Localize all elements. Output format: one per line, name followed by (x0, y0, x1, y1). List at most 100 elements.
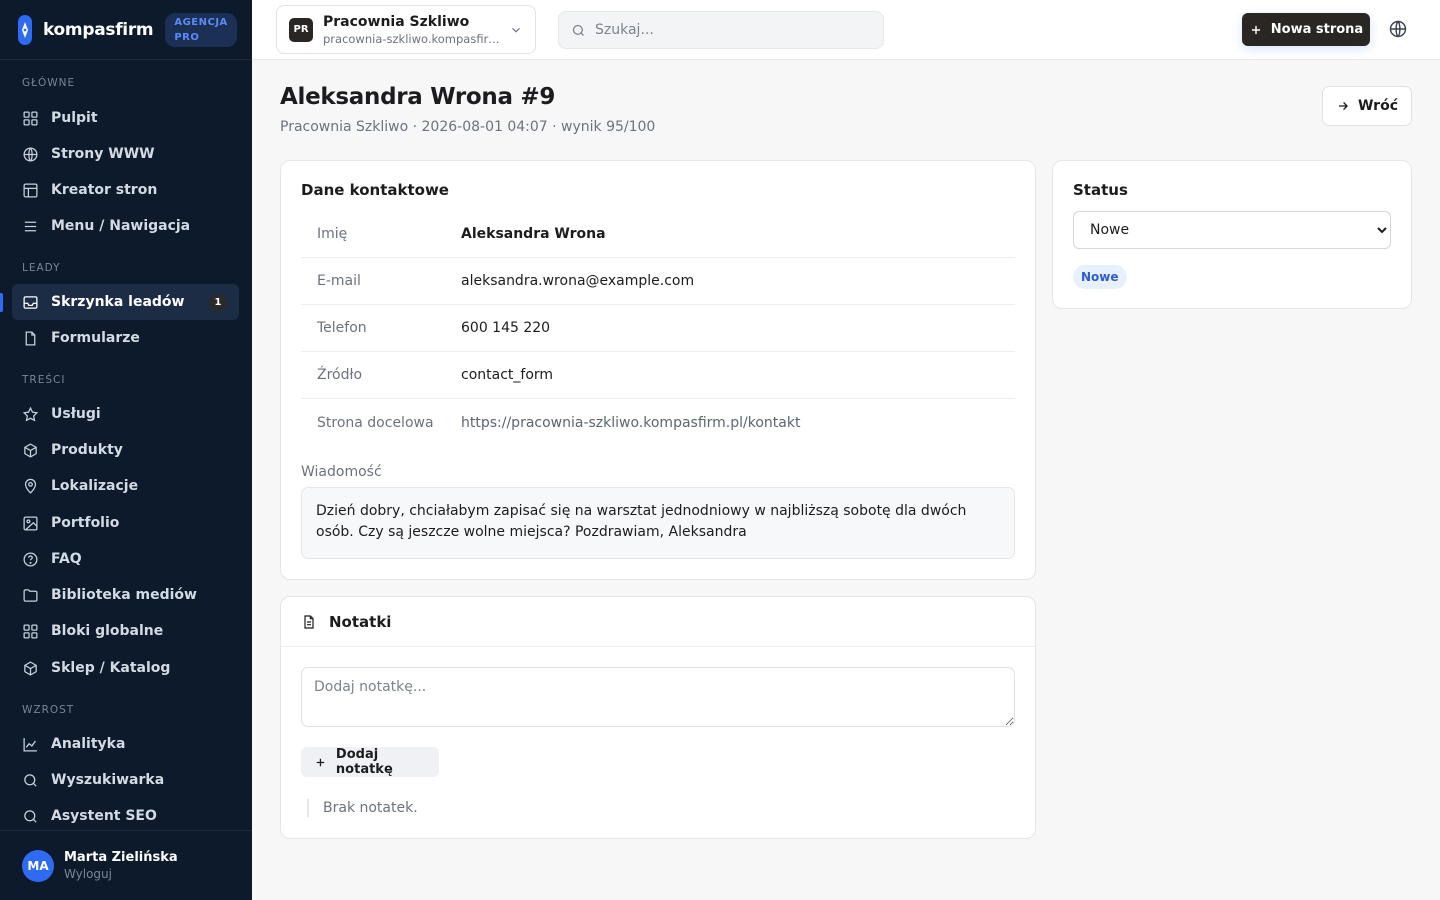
site-switcher[interactable]: PR Pracownia Szkliwo pracownia-szkliwo.k… (276, 5, 536, 54)
field-label: Imię (317, 226, 348, 242)
field-label: Telefon (317, 320, 367, 336)
layout-icon (23, 182, 38, 198)
help-circle-icon (23, 551, 38, 567)
sidebar-item-media-library[interactable]: Biblioteka mediów (12, 577, 239, 613)
sidebar-item-label: Wyszukiwarka (51, 772, 165, 788)
sidebar-item-page-builder[interactable]: Kreator stron (12, 172, 239, 208)
sidebar-item-label: Menu / Nawigacja (51, 218, 191, 234)
message-text: Dzień dobry, chciałabym zapisać się na w… (301, 487, 1015, 559)
sidebar: kompasfirm AGENCJA PRO GŁÓWNE LEADY TREŚ… (0, 0, 252, 900)
nav-section-main: GŁÓWNE (22, 77, 76, 89)
plus-icon (1251, 25, 1260, 34)
sidebar-item-menu[interactable]: Menu / Nawigacja (12, 208, 239, 244)
back-label: Wróć (1357, 98, 1399, 114)
add-note-label: Dodaj notatkę (335, 747, 393, 777)
page-subtitle: Pracownia Szkliwo · 2026-08-01 04:07 · w… (280, 119, 656, 135)
plan-badge: AGENCJA PRO (165, 12, 237, 47)
nav-section-growth: WZROST (22, 704, 75, 716)
table-row: Imię Aleksandra Wrona (301, 211, 1015, 258)
sidebar-item-seo-assistant[interactable]: Asystent SEO (12, 798, 239, 834)
sidebar-item-dashboard[interactable]: Pulpit (12, 100, 239, 136)
search-icon (24, 809, 37, 823)
page-title: Aleksandra Wrona #9 (280, 84, 556, 110)
sidebar-item-label: Lokalizacje (51, 478, 139, 494)
note-input[interactable] (301, 667, 1015, 727)
sidebar-item-label: Strony WWW (51, 146, 155, 162)
landing-page-link[interactable]: https://pracownia-szkliwo.kompasfirm.pl/… (461, 415, 800, 431)
sidebar-item-label: Asystent SEO (51, 808, 157, 824)
sidebar-item-products[interactable]: Produkty (12, 432, 239, 468)
table-row: Telefon 600 145 220 (301, 305, 1015, 352)
sidebar-item-lead-inbox[interactable]: Skrzynka leadów 1 (12, 284, 239, 320)
field-label: Źródło (317, 367, 363, 383)
table-row: E-mail aleksandra.wrona@example.com (301, 258, 1015, 305)
search-icon (572, 24, 584, 36)
plus-icon (316, 758, 325, 766)
sidebar-item-forms[interactable]: Formularze (12, 320, 239, 356)
sidebar-item-portfolio[interactable]: Portfolio (12, 505, 239, 541)
search-input[interactable] (595, 22, 875, 38)
search-icon (24, 773, 37, 787)
folder-icon (23, 588, 38, 602)
sidebar-item-label: Bloki globalne (51, 623, 164, 639)
notes-card: Notatki Dodaj notatkę Brak notatek. (280, 596, 1036, 839)
nav-section-leads: LEADY (22, 262, 61, 274)
status-badge: Nowe (1073, 265, 1127, 289)
new-page-button[interactable]: Nowa strona (1242, 13, 1370, 46)
field-value: contact_form (461, 367, 554, 383)
box-icon (24, 660, 37, 676)
sidebar-item-locations[interactable]: Lokalizacje (12, 468, 239, 504)
globe-icon (23, 146, 38, 162)
contact-details-title: Dane kontaktowe (301, 181, 449, 199)
field-value: 600 145 220 (461, 320, 551, 336)
sidebar-item-label: Skrzynka leadów (51, 294, 185, 310)
sidebar-item-analytics[interactable]: Analityka (12, 726, 239, 762)
search-box (558, 11, 884, 49)
table-row: Strona docelowa https://pracownia-szkliw… (301, 399, 1015, 446)
box-icon (24, 442, 37, 458)
sidebar-item-label: Produkty (51, 442, 123, 458)
contact-details-card: Dane kontaktowe Imię Aleksandra Wrona E-… (280, 160, 1036, 580)
brand-name: kompasfirm (43, 19, 154, 40)
nav-section-content: TREŚCI (22, 374, 66, 386)
sidebar-item-faq[interactable]: FAQ (12, 541, 239, 577)
sidebar-item-websites[interactable]: Strony WWW (12, 136, 239, 172)
sidebar-item-search-engine[interactable]: Wyszukiwarka (12, 762, 239, 798)
sidebar-item-shop[interactable]: Sklep / Katalog (12, 650, 239, 686)
chart-icon (23, 737, 37, 752)
star-icon (22, 406, 39, 421)
chevron-down-icon (512, 27, 520, 33)
status-title: Status (1073, 181, 1128, 199)
grid-icon (23, 110, 38, 126)
plan-badge-line-2: PRO (174, 31, 200, 43)
grid-icon (23, 623, 38, 639)
sidebar-item-services[interactable]: Usługi (12, 396, 239, 432)
file-icon (25, 330, 36, 346)
sidebar-item-label: Analityka (51, 736, 126, 752)
user-panel: MA Marta Zielińska Wyloguj (0, 830, 252, 900)
field-label: Strona docelowa (317, 414, 434, 431)
menu-icon (24, 221, 37, 231)
site-avatar: PR (289, 17, 313, 42)
status-select[interactable]: Nowe (1073, 211, 1391, 249)
sidebar-item-label: Usługi (51, 406, 101, 422)
compass-logo-icon (18, 14, 32, 45)
sidebar-item-global-blocks[interactable]: Bloki globalne (12, 613, 239, 649)
sidebar-item-label: Formularze (51, 330, 140, 346)
notes-title: Notatki (329, 612, 392, 631)
back-button[interactable]: Wróć (1322, 86, 1412, 126)
sidebar-item-label: Pulpit (51, 110, 98, 126)
site-url: pracownia-szkliwo.kompasfirm.pl (323, 31, 503, 46)
image-icon (23, 515, 38, 531)
add-note-button[interactable]: Dodaj notatkę (301, 747, 439, 777)
logout-link[interactable]: Wyloguj (64, 867, 178, 881)
user-name: Marta Zielińska (64, 850, 178, 865)
field-value: aleksandra.wrona@example.com (461, 273, 695, 289)
topbar: PR Pracownia Szkliwo pracownia-szkliwo.k… (252, 0, 1440, 60)
arrow-right-icon (1338, 102, 1348, 110)
table-row: Źródło contact_form (301, 352, 1015, 399)
notes-header: Notatki (281, 597, 1035, 647)
status-card: Status Nowe Nowe (1052, 160, 1412, 309)
field-label: E-mail (317, 273, 361, 289)
language-globe-icon[interactable] (1388, 19, 1408, 39)
